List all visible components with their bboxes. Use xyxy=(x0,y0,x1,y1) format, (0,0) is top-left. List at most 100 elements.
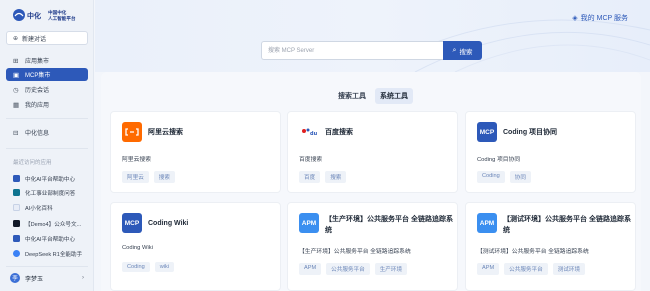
tag: 搜索 xyxy=(325,171,347,183)
logo-wordmark: 中化 xyxy=(27,11,41,20)
chevron-right-icon[interactable]: › xyxy=(82,275,84,281)
tag: APM xyxy=(477,263,500,275)
sidebar-item-app-market[interactable]: ⊞ 应用集市 xyxy=(6,54,88,67)
card-description: 百度搜索 xyxy=(299,157,323,163)
search-button[interactable]: ⌕ 搜索 xyxy=(443,41,482,60)
card-description: 阿里云搜索 xyxy=(122,157,151,163)
card-title: Coding Wiki xyxy=(148,220,189,227)
card-title: 【生产环境】公共服务平台 全链路追踪系统 xyxy=(325,216,453,234)
app-thumbnail-icon xyxy=(13,220,20,227)
tag: 阿里云 xyxy=(122,171,149,183)
card-tags: Coding wiki xyxy=(122,262,179,272)
new-chat-label: 新建对话 xyxy=(22,36,47,43)
apm-icon: APM xyxy=(299,213,319,233)
sidebar-item-my-apps[interactable]: ▦ 我的应用 xyxy=(6,98,88,111)
search-input[interactable] xyxy=(261,41,443,60)
recent-apps-heading: 最近访问的应用 xyxy=(13,160,52,166)
mcp-list-panel: 搜索工具 系统工具 阿里云搜索 阿里云搜索 阿里云 搜索 du 百度搜索 百度搜… xyxy=(101,72,641,291)
recent-app-item[interactable]: DeepSeek R1全能助手 xyxy=(13,248,91,259)
sidebar-item-label: 我的应用 xyxy=(25,103,50,109)
sidebar-item-label: 中化信息 xyxy=(25,131,50,137)
tag: 公共服务平台 xyxy=(504,263,548,275)
card-title: 【测试环境】公共服务平台 全链路追踪系统 xyxy=(503,216,631,234)
mcp-card[interactable]: du 百度搜索 百度搜索 百度 搜索 xyxy=(287,111,458,193)
sidebar-item-history[interactable]: ◷ 历史会话 xyxy=(6,83,88,96)
recent-app-item[interactable]: 【Demo4】公众号文... xyxy=(13,218,91,229)
aliyun-icon xyxy=(122,122,142,142)
logo-subtitle: 中国中化 人工智能平台 xyxy=(48,10,76,22)
sidebar-item-label: 历史会话 xyxy=(25,88,50,94)
tag: 搜索 xyxy=(153,171,175,183)
tag: 测试环境 xyxy=(552,263,586,275)
card-title: 百度搜索 xyxy=(325,129,353,136)
card-description: Coding 项目协同 xyxy=(477,157,521,163)
card-tags: 阿里云 搜索 xyxy=(122,171,180,183)
my-mcp-services-link[interactable]: ◈ 我的 MCP 服务 xyxy=(572,13,628,23)
brand-logo[interactable]: 中化 中国中化 人工智能平台 xyxy=(12,8,76,24)
sidebar-item-label: 应用集市 xyxy=(25,59,50,65)
mcp-card[interactable]: MCP Coding Wiki Coding Wiki Coding wiki xyxy=(110,202,281,291)
sidebar-divider xyxy=(6,266,88,267)
recent-app-label: 中化AI平台帮助中心 xyxy=(25,236,76,243)
recent-app-label: 【Demo4】公众号文... xyxy=(25,221,82,228)
app-thumbnail-icon xyxy=(13,204,20,211)
svg-text:du: du xyxy=(310,131,318,137)
mcp-card[interactable]: APM 【测试环境】公共服务平台 全链路追踪系统 【测试环境】公共服务平台 全链… xyxy=(465,202,636,291)
card-tags: APM 公共服务平台 测试环境 xyxy=(477,263,590,275)
recent-app-label: DeepSeek R1全能助手 xyxy=(25,251,83,258)
recent-app-item[interactable]: 中化AI平台帮助中心 xyxy=(13,173,91,184)
search-bar: ⌕ 搜索 xyxy=(261,41,482,60)
user-profile[interactable]: 李 李梦玉 xyxy=(10,273,43,283)
recent-app-label: 化工事业部制度问答 xyxy=(25,190,76,197)
recent-app-item[interactable]: 中化AI平台帮助中心 xyxy=(13,233,91,244)
sidebar-item-mcp-market[interactable]: ▣ MCP集市 xyxy=(6,68,88,81)
card-description: Coding Wiki xyxy=(122,245,153,251)
app-thumbnail-icon xyxy=(13,189,20,196)
tag: APM xyxy=(299,263,322,275)
card-description: 【测试环境】公共服务平台 全链路追踪系统 xyxy=(477,249,589,255)
recent-app-label: AI小化百科 xyxy=(25,205,53,212)
card-tags: 百度 搜索 xyxy=(299,171,351,183)
recent-app-label: 中化AI平台帮助中心 xyxy=(25,176,76,183)
apps-icon: ⊞ xyxy=(13,57,19,65)
tag: Coding xyxy=(122,262,150,272)
app-thumbnail-icon xyxy=(13,250,20,257)
app-thumbnail-icon xyxy=(13,235,20,242)
apm-icon: APM xyxy=(477,213,497,233)
tag: 百度 xyxy=(299,171,321,183)
hero-banner: ◈ 我的 MCP 服务 ⌕ 搜索 xyxy=(95,0,650,72)
mcp-card[interactable]: 阿里云搜索 阿里云搜索 阿里云 搜索 xyxy=(110,111,281,193)
mcp-card[interactable]: MCP Coding 项目协同 Coding 项目协同 Coding 协同 xyxy=(465,111,636,193)
sidebar-item-label: MCP集市 xyxy=(25,73,51,79)
card-title: 阿里云搜索 xyxy=(148,129,183,136)
recent-app-item[interactable]: AI小化百科 xyxy=(13,202,91,213)
tab-system-tools[interactable]: 系统工具 xyxy=(375,88,413,104)
sidebar-item-info[interactable]: ⊟ 中化信息 xyxy=(6,126,88,139)
user-name: 李梦玉 xyxy=(25,276,44,283)
card-tags: Coding 协同 xyxy=(477,171,536,183)
app-thumbnail-icon xyxy=(13,175,20,182)
my-apps-icon: ▦ xyxy=(13,101,20,109)
search-button-label: 搜索 xyxy=(459,48,473,56)
search-icon: ⌕ xyxy=(452,46,457,54)
decorative-lines-icon xyxy=(395,19,650,72)
tag: 生产环境 xyxy=(374,263,408,275)
card-title: Coding 项目协同 xyxy=(503,129,558,136)
sidebar: 中化 中国中化 人工智能平台 ⊕ 新建对话 ⊞ 应用集市 ▣ MCP集市 ◷ 历… xyxy=(0,0,94,291)
new-chat-button[interactable]: ⊕ 新建对话 xyxy=(6,31,88,45)
recent-app-item[interactable]: 化工事业部制度问答 xyxy=(13,187,91,198)
sidebar-divider xyxy=(6,118,88,119)
mcp-badge-icon: MCP xyxy=(122,213,142,233)
mcp-icon: ▣ xyxy=(13,71,20,79)
sinochem-logo-icon: 中化 xyxy=(12,8,42,24)
tag: 公共服务平台 xyxy=(326,263,370,275)
sidebar-divider xyxy=(6,148,88,149)
tag: wiki xyxy=(154,262,175,272)
avatar: 李 xyxy=(10,273,20,283)
baidu-icon: du xyxy=(299,122,319,142)
main-content: ◈ 我的 MCP 服务 ⌕ 搜索 搜索工具 系统工具 阿里云搜索 阿里云搜索 阿… xyxy=(95,0,650,291)
category-tabs: 搜索工具 系统工具 xyxy=(333,88,417,104)
tab-search-tools[interactable]: 搜索工具 xyxy=(333,88,371,104)
mcp-service-icon: ◈ xyxy=(572,15,578,22)
mcp-card[interactable]: APM 【生产环境】公共服务平台 全链路追踪系统 【生产环境】公共服务平台 全链… xyxy=(287,202,458,291)
